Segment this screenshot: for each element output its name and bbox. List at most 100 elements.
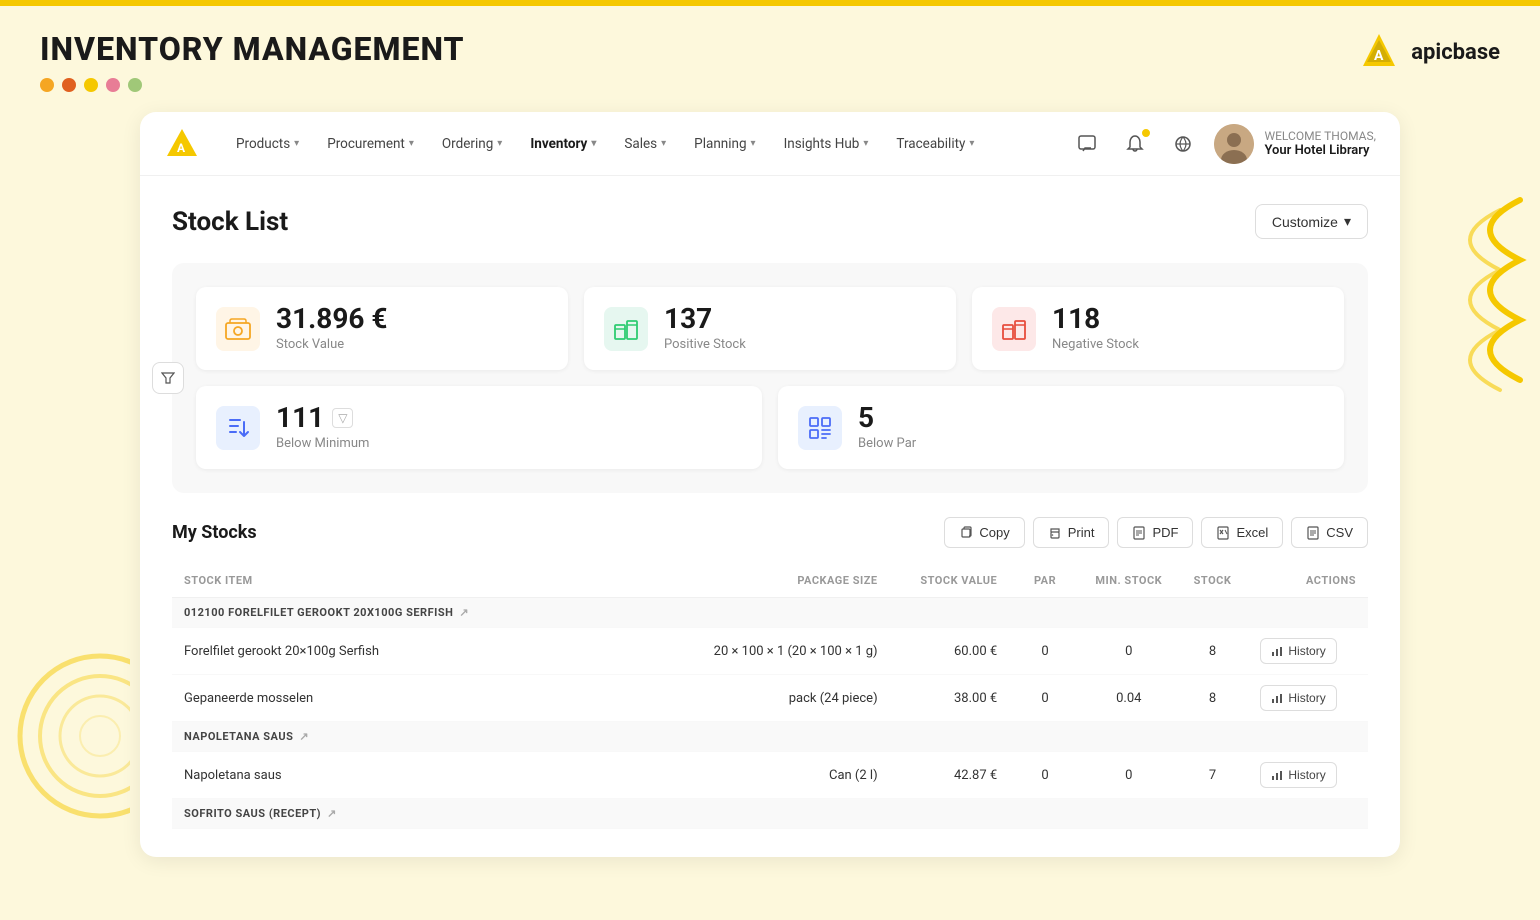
dot-1 <box>40 78 54 92</box>
chevron-down-icon: ▾ <box>969 138 974 149</box>
history-button[interactable]: History <box>1260 638 1336 664</box>
th-stock-item: STOCK ITEM <box>172 564 650 598</box>
history-button[interactable]: History <box>1260 685 1336 711</box>
dot-5 <box>128 78 142 92</box>
stocks-header: My Stocks Copy <box>172 517 1368 548</box>
actions-cell: History <box>1248 628 1368 675</box>
user-avatar-section[interactable]: WELCOME THOMAS, Your Hotel Library <box>1214 124 1376 164</box>
category-cell: 012100 FORELFILET GEROOKT 20X100G SERFIS… <box>172 598 1368 628</box>
actions-cell: History <box>1248 675 1368 722</box>
avatar <box>1214 124 1254 164</box>
th-par: PAR <box>1009 564 1081 598</box>
content-area: Stock List Customize ▾ <box>140 176 1400 857</box>
excel-button[interactable]: Excel <box>1201 517 1283 548</box>
nav-item-products[interactable]: Products ▾ <box>224 128 311 160</box>
action-buttons: Copy Print <box>944 517 1368 548</box>
stock-list-title: Stock List <box>172 207 288 237</box>
chevron-down-icon: ▾ <box>497 138 502 149</box>
avatar-image <box>1214 124 1254 164</box>
below-par-info: 5 Below Par <box>858 404 916 451</box>
nav-item-traceability[interactable]: Traceability ▾ <box>884 128 986 160</box>
external-link-icon: ↗ <box>299 730 309 743</box>
pdf-button[interactable]: PDF <box>1117 517 1193 548</box>
below-minimum-label: Below Minimum <box>276 436 369 451</box>
history-button[interactable]: History <box>1260 762 1336 788</box>
chat-icon <box>1077 134 1097 154</box>
category-cell: SOFRITO SAUS (RECEPT) ↗ <box>172 799 1368 829</box>
nav-item-inventory[interactable]: Inventory ▾ <box>518 128 608 160</box>
content-top-row: Stock List Customize ▾ <box>172 204 1368 239</box>
nav-items: Products ▾ Procurement ▾ Ordering ▾ Inve… <box>224 128 1070 160</box>
chevron-down-icon: ▾ <box>661 138 666 149</box>
th-package-size: PACKAGE SIZE <box>650 564 889 598</box>
min-stock-cell: 0 <box>1081 628 1177 675</box>
notification-icon-button[interactable] <box>1118 127 1152 161</box>
apicbase-logo[interactable]: A apicbase <box>1357 30 1500 74</box>
table-row: SOFRITO SAUS (RECEPT) ↗ <box>172 799 1368 829</box>
dot-2 <box>62 78 76 92</box>
stat-card-positive-stock: 137 Positive Stock <box>584 287 956 370</box>
below-minimum-number: 111 <box>276 404 324 432</box>
filter-icon-button[interactable] <box>152 362 184 394</box>
stat-card-stock-value: 31.896 € Stock Value <box>196 287 568 370</box>
par-cell: 0 <box>1009 628 1081 675</box>
negative-stock-number: 118 <box>1052 305 1139 333</box>
negative-boxes-icon <box>1000 315 1028 343</box>
item-name-cell: Napoletana saus <box>172 752 650 799</box>
stock-value-number: 31.896 € <box>276 305 387 333</box>
th-stock-value: STOCK VALUE <box>890 564 1010 598</box>
stock-value-cell: 38.00 € <box>890 675 1010 722</box>
nav-item-procurement[interactable]: Procurement ▾ <box>315 128 426 160</box>
nav-item-planning[interactable]: Planning ▾ <box>682 128 767 160</box>
positive-stock-info: 137 Positive Stock <box>664 305 746 352</box>
dot-4 <box>106 78 120 92</box>
table-row: Napoletana saus Can (2 l) 42.87 € 0 0 7 <box>172 752 1368 799</box>
positive-stock-label: Positive Stock <box>664 337 746 352</box>
globe-icon-button[interactable] <box>1166 127 1200 161</box>
stock-cell: 7 <box>1177 752 1249 799</box>
positive-stock-number: 137 <box>664 305 746 333</box>
deco-waves-right <box>1440 180 1530 404</box>
chevron-down-icon: ▾ <box>409 138 414 149</box>
chat-icon-button[interactable] <box>1070 127 1104 161</box>
csv-button[interactable]: CSV <box>1291 517 1368 548</box>
welcome-text: WELCOME THOMAS, <box>1264 129 1376 143</box>
chevron-down-icon: ▾ <box>1344 213 1351 230</box>
nav-item-ordering[interactable]: Ordering ▾ <box>430 128 514 160</box>
copy-icon <box>959 526 973 540</box>
stat-card-negative-stock: 118 Negative Stock <box>972 287 1344 370</box>
below-par-icon <box>798 406 842 450</box>
package-size-cell: Can (2 l) <box>650 752 889 799</box>
actions-cell: History <box>1248 752 1368 799</box>
chevron-down-icon: ▾ <box>863 138 868 149</box>
header-left: INVENTORY MANAGEMENT <box>40 30 465 92</box>
filter-small-icon: ▽ <box>332 408 353 428</box>
table-row: NAPOLETANA SAUS ↗ <box>172 722 1368 752</box>
chevron-down-icon: ▾ <box>591 138 596 149</box>
par-cell: 0 <box>1009 752 1081 799</box>
table-row: 012100 FORELFILET GEROOKT 20X100G SERFIS… <box>172 598 1368 628</box>
par-icon <box>806 414 834 442</box>
table-header: STOCK ITEM PACKAGE SIZE STOCK VALUE PAR … <box>172 564 1368 598</box>
th-min-stock: MIN. STOCK <box>1081 564 1177 598</box>
table-row: Forelfilet gerookt 20×100g Serfish 20 × … <box>172 628 1368 675</box>
customize-button[interactable]: Customize ▾ <box>1255 204 1368 239</box>
print-button[interactable]: Print <box>1033 517 1110 548</box>
negative-stock-icon <box>992 307 1036 351</box>
category-link[interactable]: SOFRITO SAUS (RECEPT) ↗ <box>184 807 337 820</box>
svg-text:A: A <box>1374 48 1384 64</box>
print-icon <box>1048 526 1062 540</box>
below-minimum-info: 111 ▽ Below Minimum <box>276 404 369 451</box>
navbar: A Products ▾ Procurement ▾ Ordering ▾ In… <box>140 112 1400 176</box>
external-link-icon: ↗ <box>459 606 469 619</box>
category-link[interactable]: 012100 FORELFILET GEROOKT 20X100G SERFIS… <box>184 606 469 619</box>
stock-value-cell: 42.87 € <box>890 752 1010 799</box>
page-title: INVENTORY MANAGEMENT <box>40 30 465 68</box>
negative-stock-label: Negative Stock <box>1052 337 1139 352</box>
category-link[interactable]: NAPOLETANA SAUS ↗ <box>184 730 309 743</box>
nav-item-insights-hub[interactable]: Insights Hub ▾ <box>772 128 881 160</box>
deco-circles-left <box>10 636 130 840</box>
category-cell: NAPOLETANA SAUS ↗ <box>172 722 1368 752</box>
copy-button[interactable]: Copy <box>944 517 1024 548</box>
nav-item-sales[interactable]: Sales ▾ <box>612 128 678 160</box>
